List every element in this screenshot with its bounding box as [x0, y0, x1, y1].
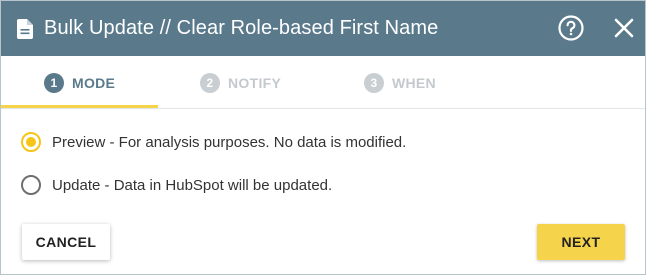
tab-label: MODE: [72, 74, 116, 91]
tab-mode[interactable]: 1 MODE: [44, 56, 115, 109]
stepper-tabs: 1 MODE 2 NOTIFY 3 WHEN: [1, 56, 645, 109]
tab-label: NOTIFY: [228, 74, 282, 91]
option-label: Update - Data in HubSpot will be updated…: [52, 176, 333, 194]
radio-button-selected[interactable]: [21, 132, 41, 152]
dialog-header: Bulk Update // Clear Role-based First Na…: [1, 1, 645, 56]
active-tab-indicator: [1, 105, 158, 108]
option-label: Preview - For analysis purposes. No data…: [52, 133, 407, 151]
document-icon: [17, 19, 33, 39]
radio-button[interactable]: [21, 175, 41, 195]
tab-when[interactable]: 3 WHEN: [364, 56, 436, 109]
bulk-update-dialog: Bulk Update // Clear Role-based First Na…: [0, 0, 646, 275]
dialog-title: Bulk Update // Clear Role-based First Na…: [44, 17, 439, 39]
option-preview[interactable]: Preview - For analysis purposes. No data…: [21, 132, 406, 152]
help-icon[interactable]: [558, 15, 584, 41]
option-update[interactable]: Update - Data in HubSpot will be updated…: [21, 175, 332, 195]
tab-label: WHEN: [392, 74, 436, 91]
step-number: 2: [200, 72, 220, 93]
close-icon[interactable]: [613, 17, 635, 39]
step-number: 1: [44, 72, 64, 93]
step-number: 3: [364, 72, 384, 93]
cancel-button[interactable]: CANCEL: [22, 224, 110, 260]
next-button[interactable]: NEXT: [537, 224, 625, 260]
tab-notify[interactable]: 2 NOTIFY: [200, 56, 281, 109]
